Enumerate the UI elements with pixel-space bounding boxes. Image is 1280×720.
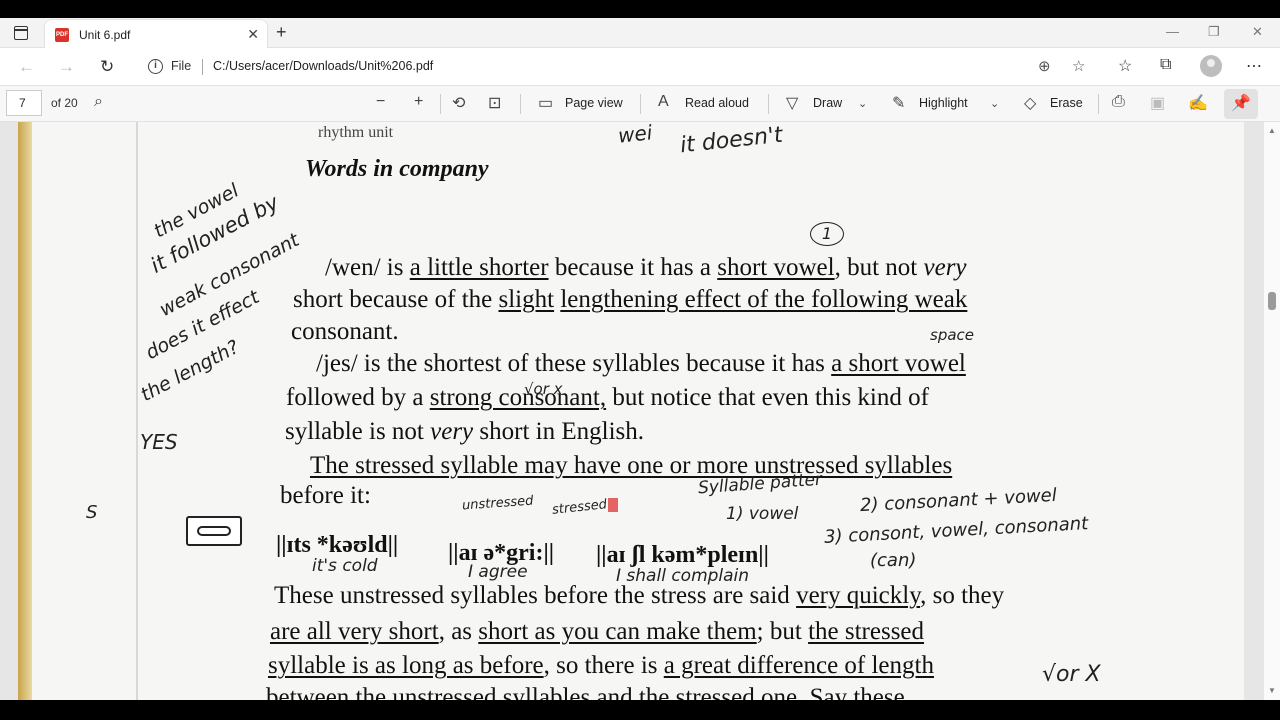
chevron-down-icon[interactable]: ⌄ xyxy=(990,97,999,110)
draw-button[interactable]: Draw xyxy=(813,96,842,110)
refresh-icon[interactable]: ↻ xyxy=(100,57,114,77)
handwritten-note: 1) vowel xyxy=(726,504,799,524)
new-tab-button[interactable]: + xyxy=(276,22,287,43)
address-bar: ← → ↻ i File C:/Users/acer/Downloads/Uni… xyxy=(0,48,1280,86)
paragraph-line: The stressed syllable may have one or mo… xyxy=(310,452,953,479)
omnibox[interactable]: i File C:/Users/acer/Downloads/Unit%206.… xyxy=(136,52,1102,82)
handwritten-note: space xyxy=(930,326,975,344)
title-bar: PDF Unit 6.pdf ✕ + — ❐ ✕ xyxy=(0,18,1280,49)
scrollbar-thumb[interactable] xyxy=(1268,292,1276,310)
paragraph-line: between the unstressed syllables and the… xyxy=(266,684,905,700)
pin-toolbar-icon[interactable]: 📌 xyxy=(1224,89,1258,119)
paragraph-line: syllable is as long as before, so there … xyxy=(268,652,934,679)
handwritten-note: stressed xyxy=(551,497,608,518)
browser-window: PDF Unit 6.pdf ✕ + — ❐ ✕ ← → ↻ i File C:… xyxy=(0,18,1280,700)
paragraph-line: consonant. xyxy=(291,318,399,345)
handwritten-note: S xyxy=(86,502,98,523)
search-icon[interactable]: ⌕ xyxy=(94,93,103,111)
chevron-down-icon[interactable]: ⌄ xyxy=(858,97,867,110)
page-number-input[interactable]: 7 xyxy=(6,90,42,116)
collections-icon[interactable]: ⧉ xyxy=(1160,56,1171,74)
handwritten-note: it doesn't xyxy=(678,122,784,159)
divider xyxy=(768,94,769,114)
handwritten-note: unstressed xyxy=(461,493,534,514)
top-fragment: rhythm unit xyxy=(318,124,394,141)
handwritten-note: 2) consonant + vowel xyxy=(859,484,1058,517)
paragraph-line: /jes/ is the shortest of these syllables… xyxy=(316,350,966,377)
section-heading: Words in company xyxy=(305,156,489,182)
profile-avatar[interactable] xyxy=(1200,55,1222,77)
pdf-toolbar: 7 of 20 ⌕ − + ⟲ ⊡ ▭ Page view A Read alo… xyxy=(0,86,1280,122)
restore-button[interactable]: ❐ xyxy=(1208,24,1220,40)
close-tab-icon[interactable]: ✕ xyxy=(247,26,259,43)
handwritten-note: √or X xyxy=(1042,662,1101,687)
handwritten-note: I shall complain xyxy=(616,566,750,586)
favorites-icon[interactable]: ☆ xyxy=(1118,56,1132,76)
page-view-icon[interactable]: ▭ xyxy=(538,93,553,113)
divider xyxy=(440,94,441,114)
scroll-up-icon[interactable]: ▲ xyxy=(1268,126,1276,135)
url-text[interactable]: C:/Users/acer/Downloads/Unit%206.pdf xyxy=(213,59,433,73)
paragraph-line: followed by a strong consonant, but noti… xyxy=(286,384,929,411)
read-aloud-icon[interactable]: A xyxy=(658,93,669,111)
cursor-highlight xyxy=(608,498,618,512)
divider xyxy=(640,94,641,114)
draw-icon[interactable]: ▽ xyxy=(786,93,798,113)
cassette-icon xyxy=(186,516,242,546)
read-aloud-button[interactable]: Read aloud xyxy=(685,96,749,110)
tab-unit6[interactable]: PDF Unit 6.pdf ✕ xyxy=(44,19,268,49)
pdf-page: rhythm unit Words in company /wen/ is a … xyxy=(18,122,1244,700)
close-window-button[interactable]: ✕ xyxy=(1252,24,1263,40)
fit-page-icon[interactable]: ⊡ xyxy=(488,93,501,113)
tab-actions-icon[interactable] xyxy=(14,26,28,40)
forward-arrow-icon[interactable]: → xyxy=(58,57,75,77)
handwritten-note: (can) xyxy=(870,550,917,571)
rotate-icon[interactable]: ⟲ xyxy=(452,93,465,113)
divider xyxy=(520,94,521,114)
circled-number: 1 xyxy=(810,222,844,246)
pdf-viewer[interactable]: rhythm unit Words in company /wen/ is a … xyxy=(0,122,1280,700)
page-count: of 20 xyxy=(51,96,78,110)
pdf-icon: PDF xyxy=(55,28,69,42)
zoom-out-icon[interactable]: − xyxy=(376,93,385,111)
paragraph-line: These unstressed syllables before the st… xyxy=(274,582,1005,609)
zoom-in-icon[interactable]: + xyxy=(414,93,423,111)
info-icon[interactable]: i xyxy=(148,59,163,74)
paragraph-line: short because of the slight lengthening … xyxy=(293,286,968,313)
erase-icon[interactable]: ◇ xyxy=(1024,93,1036,113)
paragraph-line: before it: xyxy=(280,482,371,509)
highlight-button[interactable]: Highlight xyxy=(919,96,968,110)
more-menu-icon[interactable]: ⋯ xyxy=(1246,56,1262,76)
paragraph-line: syllable is not very short in English. xyxy=(285,418,645,445)
save-icon[interactable]: ▣ xyxy=(1150,93,1165,113)
divider xyxy=(202,59,203,75)
divider xyxy=(1098,94,1099,114)
page-edge xyxy=(18,122,32,700)
add-favorite-icon[interactable]: ☆ xyxy=(1072,57,1085,75)
handwritten-note: YES xyxy=(140,430,178,454)
erase-button[interactable]: Erase xyxy=(1050,96,1083,110)
handwritten-note: √or x xyxy=(524,380,563,398)
handwritten-note: I agree xyxy=(468,562,528,582)
paragraph-line: are all very short, as short as you can … xyxy=(270,618,925,645)
back-arrow-icon[interactable]: ← xyxy=(18,57,35,77)
tab-title: Unit 6.pdf xyxy=(79,28,131,42)
margin-line xyxy=(136,122,138,700)
zoom-icon[interactable]: ⊕ xyxy=(1038,57,1051,75)
handwritten-note: 3) consont, vowel, consonant xyxy=(823,513,1089,548)
file-label: File xyxy=(171,59,192,73)
paragraph-line: /wen/ is a little shorter because it has… xyxy=(325,254,967,281)
highlight-icon[interactable]: ✎ xyxy=(892,93,905,113)
print-icon[interactable]: ⎙ xyxy=(1112,93,1125,111)
phonetic-3: ||aɪ ʃl kəm*pleɪn|| xyxy=(596,542,769,568)
minimize-button[interactable]: — xyxy=(1166,24,1179,39)
save-as-icon[interactable]: ✍ xyxy=(1188,93,1208,113)
handwritten-note: wei xyxy=(616,122,654,148)
scroll-down-icon[interactable]: ▼ xyxy=(1268,686,1276,695)
vertical-scrollbar[interactable]: ▲ ▼ xyxy=(1264,122,1280,700)
handwritten-note: it's cold xyxy=(312,556,378,576)
page-view-button[interactable]: Page view xyxy=(565,96,623,110)
phonetic-1: ||ɪts *kəʊld|| xyxy=(276,532,399,558)
bottom-edge xyxy=(0,700,1280,720)
